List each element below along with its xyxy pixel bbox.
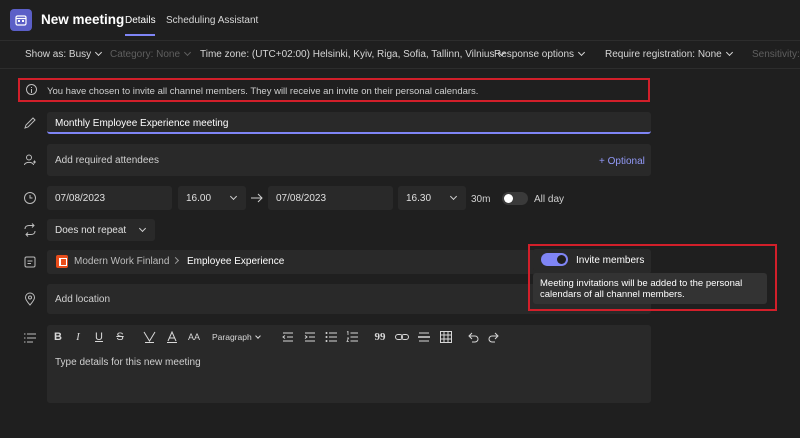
duration-label: 30m — [471, 194, 491, 205]
meeting-title-value: Monthly Employee Experience meeting — [55, 118, 229, 129]
underline-button[interactable]: U — [93, 331, 105, 343]
tab-details[interactable]: Details — [125, 15, 156, 26]
category-dropdown: Category: None — [110, 48, 192, 60]
chevron-down-icon — [184, 48, 192, 57]
chevron-down-icon — [229, 192, 238, 201]
invite-members-toggle[interactable] — [541, 253, 568, 266]
pencil-icon — [24, 117, 36, 129]
repeat-value: Does not repeat — [55, 225, 127, 236]
chevron-down-icon — [578, 48, 586, 57]
chevron-down-icon — [449, 192, 458, 201]
office-logo-icon — [56, 255, 68, 268]
highlight-icon[interactable] — [143, 331, 156, 343]
calendar-icon — [10, 9, 32, 31]
numbered-list-icon[interactable] — [346, 331, 358, 343]
page-title: New meeting — [41, 12, 125, 27]
show-as-label: Show as: Busy — [25, 49, 92, 60]
invite-members-tooltip: Meeting invitations will be added to the… — [533, 273, 767, 304]
link-icon[interactable] — [395, 332, 409, 342]
time-zone-dropdown[interactable]: Time zone: (UTC+02:00) Helsinki, Kyiv, R… — [200, 48, 506, 60]
attendees-placeholder: Add required attendees — [55, 155, 159, 166]
tab-scheduling-assistant[interactable]: Scheduling Assistant — [166, 15, 258, 26]
repeat-dropdown[interactable]: Does not repeat — [47, 219, 155, 241]
time-zone-label: Time zone: (UTC+02:00) Helsinki, Kyiv, R… — [200, 49, 495, 60]
sensitivity-dropdown: Sensitivity: — [752, 49, 800, 60]
all-day-toggle[interactable] — [502, 192, 528, 205]
chevron-down-icon — [725, 48, 733, 57]
start-time-value: 16.00 — [186, 193, 212, 204]
all-day-label: All day — [534, 194, 565, 205]
undo-icon[interactable] — [467, 331, 479, 343]
add-person-icon — [24, 154, 36, 166]
decrease-indent-icon[interactable] — [282, 332, 294, 342]
location-placeholder: Add location — [55, 294, 111, 305]
require-registration-dropdown[interactable]: Require registration: None — [605, 48, 733, 60]
toggle-knob — [504, 194, 513, 203]
bold-button[interactable]: B — [52, 331, 64, 343]
redo-icon[interactable] — [488, 331, 500, 343]
category-label: Category: None — [110, 49, 181, 60]
meeting-title-input[interactable]: Monthly Employee Experience meeting — [47, 112, 651, 134]
paragraph-label: Paragraph — [212, 332, 252, 342]
response-options-label: Response options — [494, 49, 575, 60]
require-registration-label: Require registration: None — [605, 49, 722, 60]
increase-indent-icon[interactable] — [304, 332, 316, 342]
end-time-value: 16.30 — [406, 193, 432, 204]
location-icon — [24, 292, 36, 306]
start-date-value: 07/08/2023 — [55, 193, 106, 204]
font-size-button[interactable]: AA — [186, 331, 202, 343]
clock-icon — [24, 192, 36, 204]
start-time-dropdown[interactable]: 16.00 — [178, 186, 246, 210]
show-as-dropdown[interactable]: Show as: Busy — [25, 48, 103, 60]
end-time-dropdown[interactable]: 16.30 — [398, 186, 466, 210]
tooltip-text: Meeting invitations will be added to the… — [540, 278, 743, 300]
quote-button[interactable]: 99 — [374, 331, 386, 343]
team-name: Modern Work Finland — [74, 256, 170, 267]
table-icon[interactable] — [440, 331, 452, 343]
chevron-down-icon — [138, 224, 147, 233]
sensitivity-label: Sensitivity: — [752, 49, 800, 60]
chevron-down-icon — [254, 333, 261, 339]
active-tab-indicator — [125, 34, 155, 36]
chevron-down-icon — [95, 48, 103, 57]
font-color-icon[interactable] — [166, 331, 178, 343]
arrow-right-icon — [251, 193, 263, 203]
info-icon — [26, 84, 37, 95]
repeat-icon — [24, 223, 36, 237]
start-date-picker[interactable]: 07/08/2023 — [47, 186, 172, 210]
end-date-value: 07/08/2023 — [276, 193, 327, 204]
horizontal-line-icon[interactable] — [418, 331, 430, 343]
end-date-picker[interactable]: 07/08/2023 — [268, 186, 393, 210]
details-placeholder: Type details for this new meeting — [55, 357, 201, 368]
banner-text: You have chosen to invite all channel me… — [47, 86, 479, 97]
optional-attendees-link[interactable]: + Optional — [599, 156, 645, 167]
strikethrough-button[interactable]: S — [114, 331, 126, 343]
paragraph-dropdown[interactable]: Paragraph — [212, 331, 264, 343]
channel-icon — [24, 256, 36, 268]
toggle-knob — [557, 255, 566, 264]
italic-button[interactable]: I — [72, 331, 84, 343]
invite-members-label: Invite members — [576, 255, 645, 266]
channel-name: Employee Experience — [187, 256, 285, 267]
bulleted-list-icon[interactable] — [325, 332, 337, 342]
details-icon — [24, 333, 36, 343]
response-options-dropdown[interactable]: Response options — [494, 48, 586, 60]
